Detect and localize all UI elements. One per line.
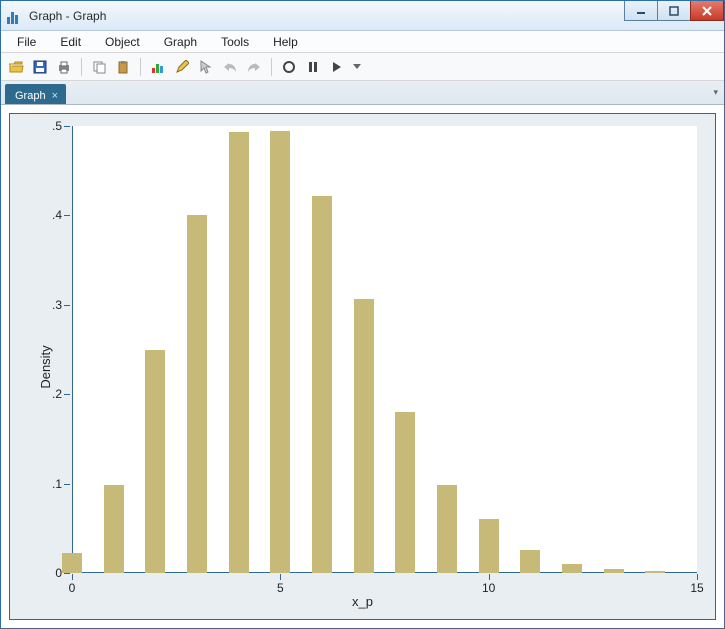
tab-graph[interactable]: Graph × bbox=[5, 84, 66, 104]
chart-bar bbox=[354, 299, 374, 573]
y-tick bbox=[64, 215, 70, 216]
chart-bar bbox=[395, 412, 415, 573]
menu-graph[interactable]: Graph bbox=[152, 33, 209, 51]
save-icon[interactable] bbox=[31, 58, 49, 76]
chart-bar bbox=[562, 564, 582, 573]
tab-label: Graph bbox=[15, 90, 46, 102]
separator-icon bbox=[81, 58, 82, 76]
pointer-icon[interactable] bbox=[197, 58, 215, 76]
x-tick bbox=[697, 574, 698, 580]
menu-object[interactable]: Object bbox=[93, 33, 152, 51]
plot-area: 0.1.2.3.4.5051015 bbox=[72, 126, 697, 573]
edit-icon[interactable] bbox=[173, 58, 191, 76]
y-tick bbox=[64, 573, 70, 574]
play-icon[interactable] bbox=[328, 58, 346, 76]
menu-edit[interactable]: Edit bbox=[48, 33, 93, 51]
tab-overflow-icon[interactable]: ▾ bbox=[713, 87, 718, 98]
chart-bar bbox=[229, 132, 249, 573]
x-tick bbox=[489, 574, 490, 580]
y-tick bbox=[64, 126, 70, 127]
y-tick-label: 0 bbox=[55, 566, 62, 580]
x-axis-label: x_p bbox=[352, 594, 373, 609]
chart-bar bbox=[270, 131, 290, 573]
x-tick-label: 15 bbox=[690, 581, 703, 595]
tab-close-icon[interactable]: × bbox=[52, 90, 58, 102]
y-tick bbox=[64, 394, 70, 395]
undo-icon[interactable] bbox=[221, 58, 239, 76]
y-tick-label: .4 bbox=[52, 208, 62, 222]
redo-icon[interactable] bbox=[245, 58, 263, 76]
chart-bar bbox=[520, 550, 540, 573]
chart-frame: Density x_p 0.1.2.3.4.5051015 bbox=[9, 113, 716, 620]
chart-bar bbox=[437, 485, 457, 573]
y-tick bbox=[64, 305, 70, 306]
separator-icon bbox=[271, 58, 272, 76]
record-icon[interactable] bbox=[280, 58, 298, 76]
chart-bar bbox=[312, 196, 332, 573]
titlebar[interactable]: Graph - Graph bbox=[1, 1, 724, 31]
close-button[interactable] bbox=[690, 1, 724, 21]
content-area: Density x_p 0.1.2.3.4.5051015 bbox=[1, 105, 724, 628]
tab-strip: Graph × ▾ bbox=[1, 81, 724, 105]
menu-file[interactable]: File bbox=[5, 33, 48, 51]
chart-bar bbox=[145, 350, 165, 574]
chart-icon[interactable] bbox=[149, 58, 167, 76]
x-tick bbox=[280, 574, 281, 580]
chart-bar bbox=[645, 571, 665, 573]
open-icon[interactable] bbox=[7, 58, 25, 76]
paste-icon[interactable] bbox=[114, 58, 132, 76]
separator-icon bbox=[140, 58, 141, 76]
x-tick-label: 5 bbox=[277, 581, 284, 595]
window-controls bbox=[625, 1, 724, 21]
chart-bar bbox=[604, 569, 624, 573]
x-tick bbox=[72, 574, 73, 580]
chart-bar bbox=[62, 553, 82, 573]
y-tick bbox=[64, 484, 70, 485]
dropdown-icon[interactable] bbox=[352, 58, 362, 76]
y-axis-line bbox=[72, 126, 73, 573]
chart-bar bbox=[187, 215, 207, 573]
chart-bar bbox=[104, 485, 124, 573]
menubar: File Edit Object Graph Tools Help bbox=[1, 31, 724, 53]
menu-tools[interactable]: Tools bbox=[209, 33, 261, 51]
app-window: Graph - Graph File Edit Object Graph Too… bbox=[0, 0, 725, 629]
toolbar bbox=[1, 53, 724, 81]
menu-help[interactable]: Help bbox=[261, 33, 310, 51]
copy-icon[interactable] bbox=[90, 58, 108, 76]
app-chart-icon bbox=[7, 8, 23, 24]
chart-bar bbox=[479, 519, 499, 573]
y-tick-label: .2 bbox=[52, 387, 62, 401]
x-tick-label: 10 bbox=[482, 581, 495, 595]
window-title: Graph - Graph bbox=[29, 9, 106, 23]
minimize-button[interactable] bbox=[624, 1, 658, 21]
x-tick-label: 0 bbox=[69, 581, 76, 595]
maximize-button[interactable] bbox=[657, 1, 691, 21]
y-tick-label: .3 bbox=[52, 298, 62, 312]
print-icon[interactable] bbox=[55, 58, 73, 76]
y-axis-label: Density bbox=[38, 345, 53, 388]
y-tick-label: .1 bbox=[52, 477, 62, 491]
y-tick-label: .5 bbox=[52, 119, 62, 133]
pause-icon[interactable] bbox=[304, 58, 322, 76]
